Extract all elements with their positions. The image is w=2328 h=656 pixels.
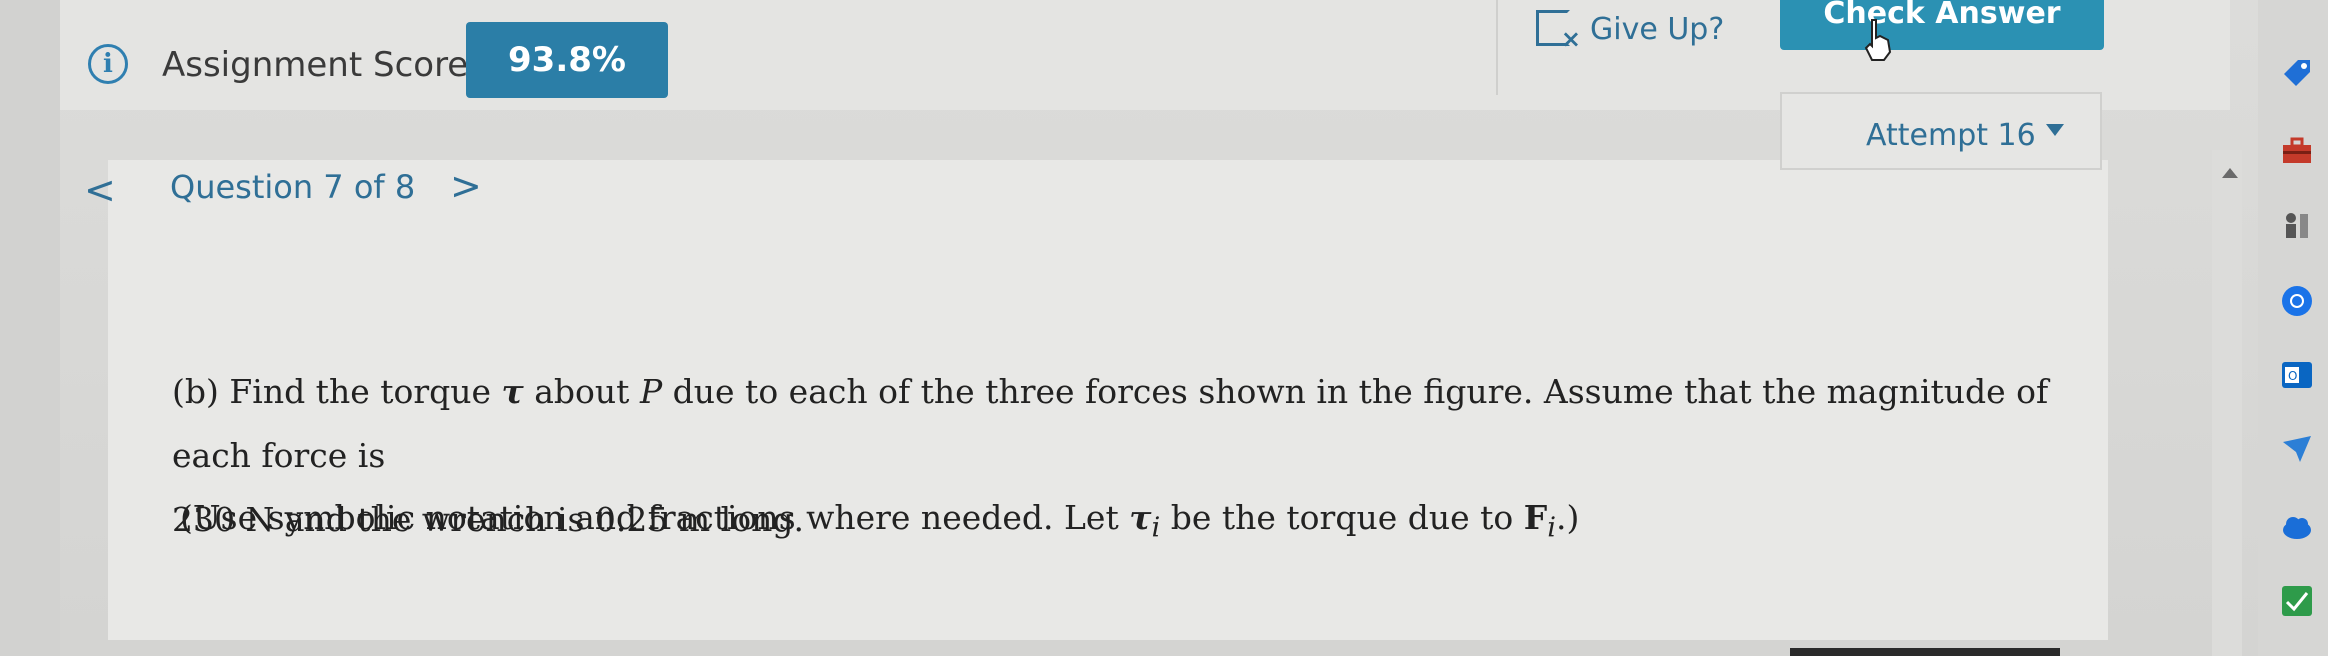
left-edge [0,0,60,656]
header-divider [1496,0,1498,95]
tau-subscript: i [1151,511,1161,544]
hand-cursor-icon [1864,19,1892,61]
scrollbar[interactable] [2212,150,2242,656]
note-mid: be the torque due to [1170,498,1514,537]
attempt-label: Attempt 16 [1866,118,2036,153]
app-dock [2258,0,2328,656]
force-subscript: i [1547,511,1556,544]
give-up-link[interactable]: Give Up? [1590,12,1724,47]
info-icon[interactable]: i [88,44,128,84]
about-text: about [534,372,630,411]
next-question-button[interactable]: > [450,164,482,208]
note-suffix: .) [1555,498,1580,537]
check-answer-button[interactable]: Check Answer [1780,0,2104,50]
chess-icon[interactable] [2280,208,2314,242]
assignment-score-label: Assignment Score: [162,45,480,85]
attempt-dropdown[interactable]: Attempt 16 [1780,92,2102,170]
assignment-score-badge: 93.8% [466,22,668,98]
point-P: P [639,372,663,411]
caret-down-icon [2046,124,2064,136]
chrome-icon[interactable] [2280,284,2314,318]
cloud-icon[interactable] [2280,510,2314,544]
force-symbol: F [1523,498,1548,537]
outlook-icon[interactable]: O [2280,358,2314,392]
tau-symbol: τ [501,372,524,411]
give-up-icon[interactable]: × [1536,10,1581,53]
tau-i-symbol: τ [1129,498,1152,537]
question-part-text: (b) Find the torque [172,372,492,411]
question-note: (Use symbolic notation and fractions whe… [180,498,1980,544]
chart-check-icon[interactable] [2280,584,2314,618]
bottom-bar [1790,648,2060,656]
tag-icon[interactable] [2280,56,2314,90]
toolbox-icon[interactable] [2280,134,2314,168]
send-icon[interactable] [2280,432,2314,466]
svg-text:O: O [2288,369,2297,383]
scroll-up-arrow-icon[interactable] [2222,168,2238,178]
previous-question-button[interactable]: < [84,168,116,212]
question-counter: Question 7 of 8 [170,168,416,206]
note-prefix: (Use symbolic notation and fractions whe… [180,498,1119,537]
app-window: i Assignment Score: 93.8% × Give Up? Che… [0,0,2328,656]
